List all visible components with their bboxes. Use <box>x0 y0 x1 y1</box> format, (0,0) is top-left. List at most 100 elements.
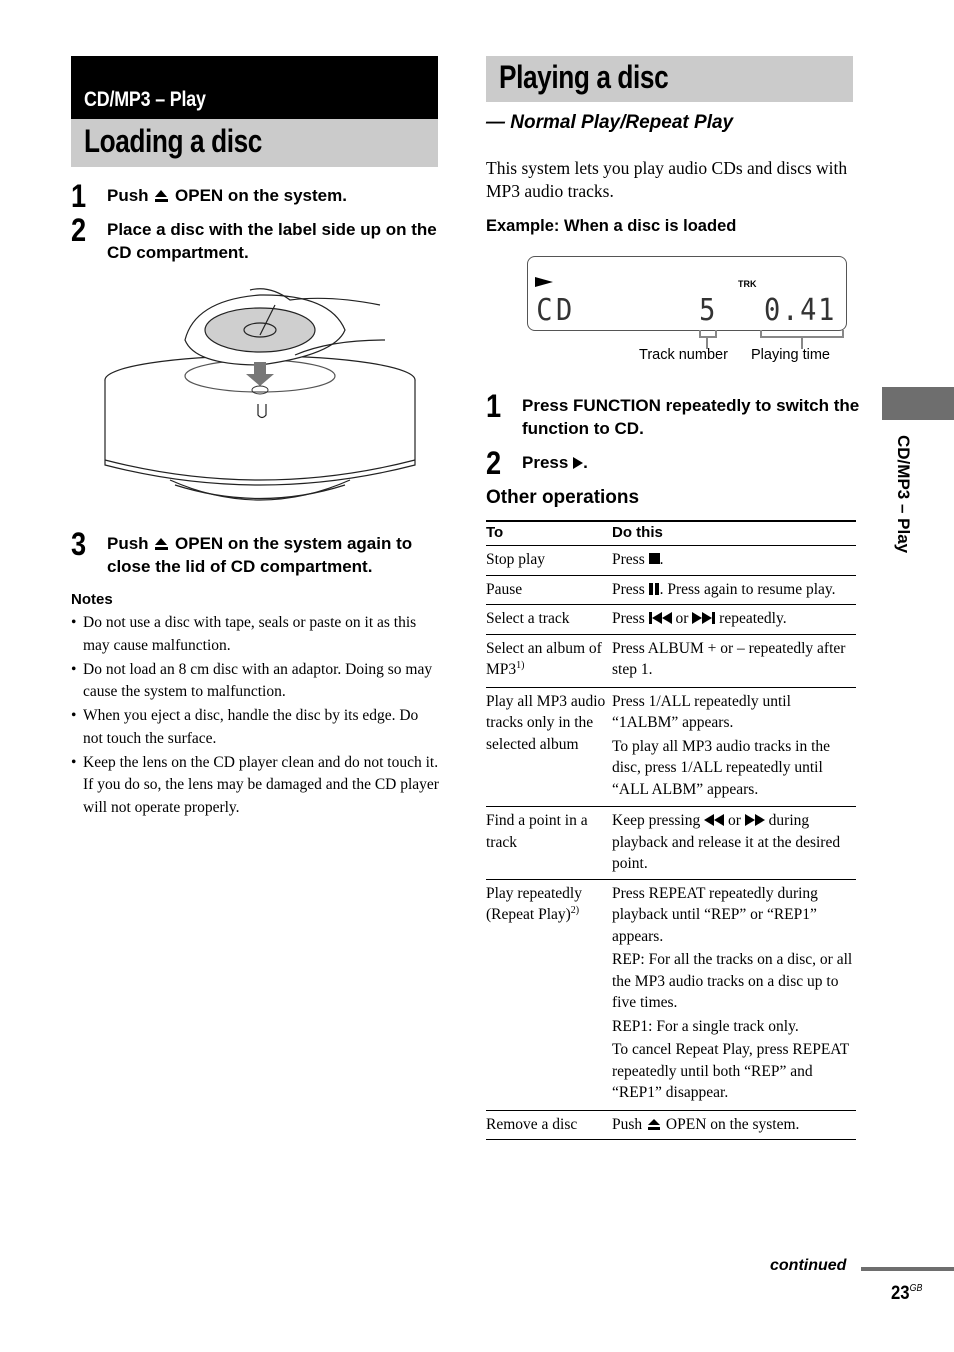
cell-do: Press REPEAT repeatedly during playback … <box>612 879 856 1111</box>
cell-to: Play repeatedly (Repeat Play)2) <box>486 879 612 1111</box>
cell-to: Remove a disc <box>486 1110 612 1140</box>
page-suffix: GB <box>909 1283 923 1294</box>
cell-text: Keep pressing <box>612 812 701 829</box>
note-item: When you eject a disc, handle the disc b… <box>71 705 441 750</box>
fast-forward-icon <box>744 810 765 832</box>
column-header-to: To <box>486 520 612 546</box>
table-row: Select a track Press or repeatedly. <box>486 604 856 635</box>
cell-text: or <box>728 812 741 829</box>
cell-to: Find a point in a track <box>486 806 612 880</box>
step-text-before: Press <box>522 453 569 472</box>
table-header-row: To Do this <box>486 520 856 546</box>
disc-icon <box>204 307 316 353</box>
page-title: Loading a disc <box>84 123 262 159</box>
track-bracket <box>699 330 717 338</box>
notes-title: Notes <box>71 591 113 608</box>
table-row: Find a point in a track Keep pressing or… <box>486 806 856 880</box>
cell-text: REP1: For a single track only. <box>612 1017 799 1035</box>
subtitle: — Normal Play/Repeat Play <box>486 112 734 133</box>
pause-icon <box>648 582 660 595</box>
table-row: Select an album of MP31) Press ALBUM + o… <box>486 634 856 688</box>
unit-body <box>104 380 416 486</box>
cell-do: Push OPEN on the system. <box>612 1110 856 1140</box>
step-text: Press . <box>522 451 862 474</box>
cell-do: Press . Press again to resume play. <box>612 575 856 605</box>
cell-text: Press <box>612 580 645 598</box>
cell-do: Press or repeatedly. <box>612 604 856 635</box>
play-icon <box>573 457 584 469</box>
intro-paragraph: This system lets you play audio CDs and … <box>486 158 848 201</box>
track-number-label: Track number <box>639 347 728 363</box>
cell-text: Press REPEAT repeatedly during playback … <box>612 884 818 945</box>
column-header-do-this: Do this <box>612 520 856 546</box>
table-row: Play all MP3 audio tracks only in the se… <box>486 687 856 807</box>
chapter-tab <box>882 387 954 420</box>
table-row: Stop play Press . <box>486 545 856 576</box>
page-number: 23GB <box>891 1283 922 1305</box>
step-number: 2 <box>71 212 87 248</box>
cell-do: Keep pressing or during playback and rel… <box>612 806 856 880</box>
note-item: Keep the lens on the CD player clean and… <box>71 752 441 820</box>
notes-list: Do not use a disc with tape, seals or pa… <box>71 612 441 821</box>
step-text-before: Push <box>107 534 149 553</box>
cell-do: Press ALBUM + or – repeatedly after step… <box>612 634 856 688</box>
title-bar: Playing a disc <box>486 56 853 102</box>
page-title: Playing a disc <box>499 59 669 95</box>
step-text-after: . <box>583 453 588 472</box>
cell-text: or <box>675 610 689 627</box>
cell-text: Play repeatedly (Repeat Play) <box>486 884 582 924</box>
step-text-after: OPEN on the system again to close the li… <box>107 534 413 576</box>
cell-text: Press 1/ALL repeatedly until “1ALBM” app… <box>612 692 791 732</box>
continued-line <box>861 1267 954 1271</box>
cell-text: . Press again to resume play. <box>659 580 836 598</box>
play-icon <box>535 277 553 287</box>
cell-to: Stop play <box>486 545 612 576</box>
lcd-time: 0.41 <box>764 293 837 328</box>
table-row: Remove a disc Push OPEN on the system. <box>486 1110 856 1140</box>
chapter-tab-label: CD/MP3 – Play <box>894 435 913 554</box>
previous-track-icon <box>648 608 672 630</box>
step-text: Push OPEN on the system again to close t… <box>107 532 447 578</box>
table-row: Play repeatedly (Repeat Play)2) Press RE… <box>486 879 856 1111</box>
cell-text: REP: For all the tracks on a disc, or al… <box>612 951 853 1011</box>
cell-text: To cancel Repeat Play, press REPEAT repe… <box>612 1041 849 1101</box>
lcd-display: TRK CD 5 0.41 <box>527 256 847 331</box>
eject-icon <box>155 538 169 550</box>
unit-base-inner <box>174 484 346 500</box>
cell-text: . <box>659 551 664 568</box>
step-text-before: Push <box>107 186 149 205</box>
cell-text: Press ALBUM + or – repeatedly after step… <box>612 639 846 679</box>
cell-text: repeatedly. <box>719 610 787 627</box>
table-title: Other operations <box>486 487 640 508</box>
cell-text: Press <box>612 610 645 627</box>
cell-do: Press 1/ALL repeatedly until “1ALBM” app… <box>612 687 856 807</box>
operations-table: To Do this Stop play Press . Pause Press… <box>486 520 856 1140</box>
step-text: Press FUNCTION repeatedly to switch the … <box>522 396 860 438</box>
next-track-icon <box>692 608 716 630</box>
cell-text: Push <box>612 1115 643 1133</box>
step-number: 3 <box>71 526 87 562</box>
cell-to: Select a track <box>486 604 612 635</box>
step-text: Place a disc with the label side up on t… <box>107 220 437 262</box>
title-bar: Loading a disc <box>71 119 438 167</box>
eject-icon <box>155 190 169 202</box>
cell-to: Play all MP3 audio tracks only in the se… <box>486 687 612 807</box>
section-label: CD/MP3 – Play <box>84 88 206 111</box>
continued-label: continued <box>770 1257 847 1274</box>
stop-icon <box>648 553 660 564</box>
cell-text: OPEN on the system. <box>665 1115 800 1133</box>
page-number-value: 23 <box>891 1283 910 1304</box>
lcd-track: 5 <box>699 293 719 328</box>
example-label: Example: When a disc is loaded <box>486 217 737 235</box>
note-item: Do not use a disc with tape, seals or pa… <box>71 612 441 657</box>
eject-icon <box>648 1118 661 1130</box>
step-number: 1 <box>486 388 502 424</box>
cell-text: To play all MP3 audio tracks in the disc… <box>612 737 831 798</box>
table-row: Pause Press . Press again to resume play… <box>486 575 856 605</box>
footnote-ref: 2) <box>570 904 580 916</box>
note-item: Do not load an 8 cm disc with an adaptor… <box>71 659 441 704</box>
step-number: 2 <box>486 445 502 481</box>
section-header: CD/MP3 – Play <box>71 56 438 119</box>
lcd-source: CD <box>536 293 576 328</box>
cell-to: Select an album of MP31) <box>486 634 612 688</box>
